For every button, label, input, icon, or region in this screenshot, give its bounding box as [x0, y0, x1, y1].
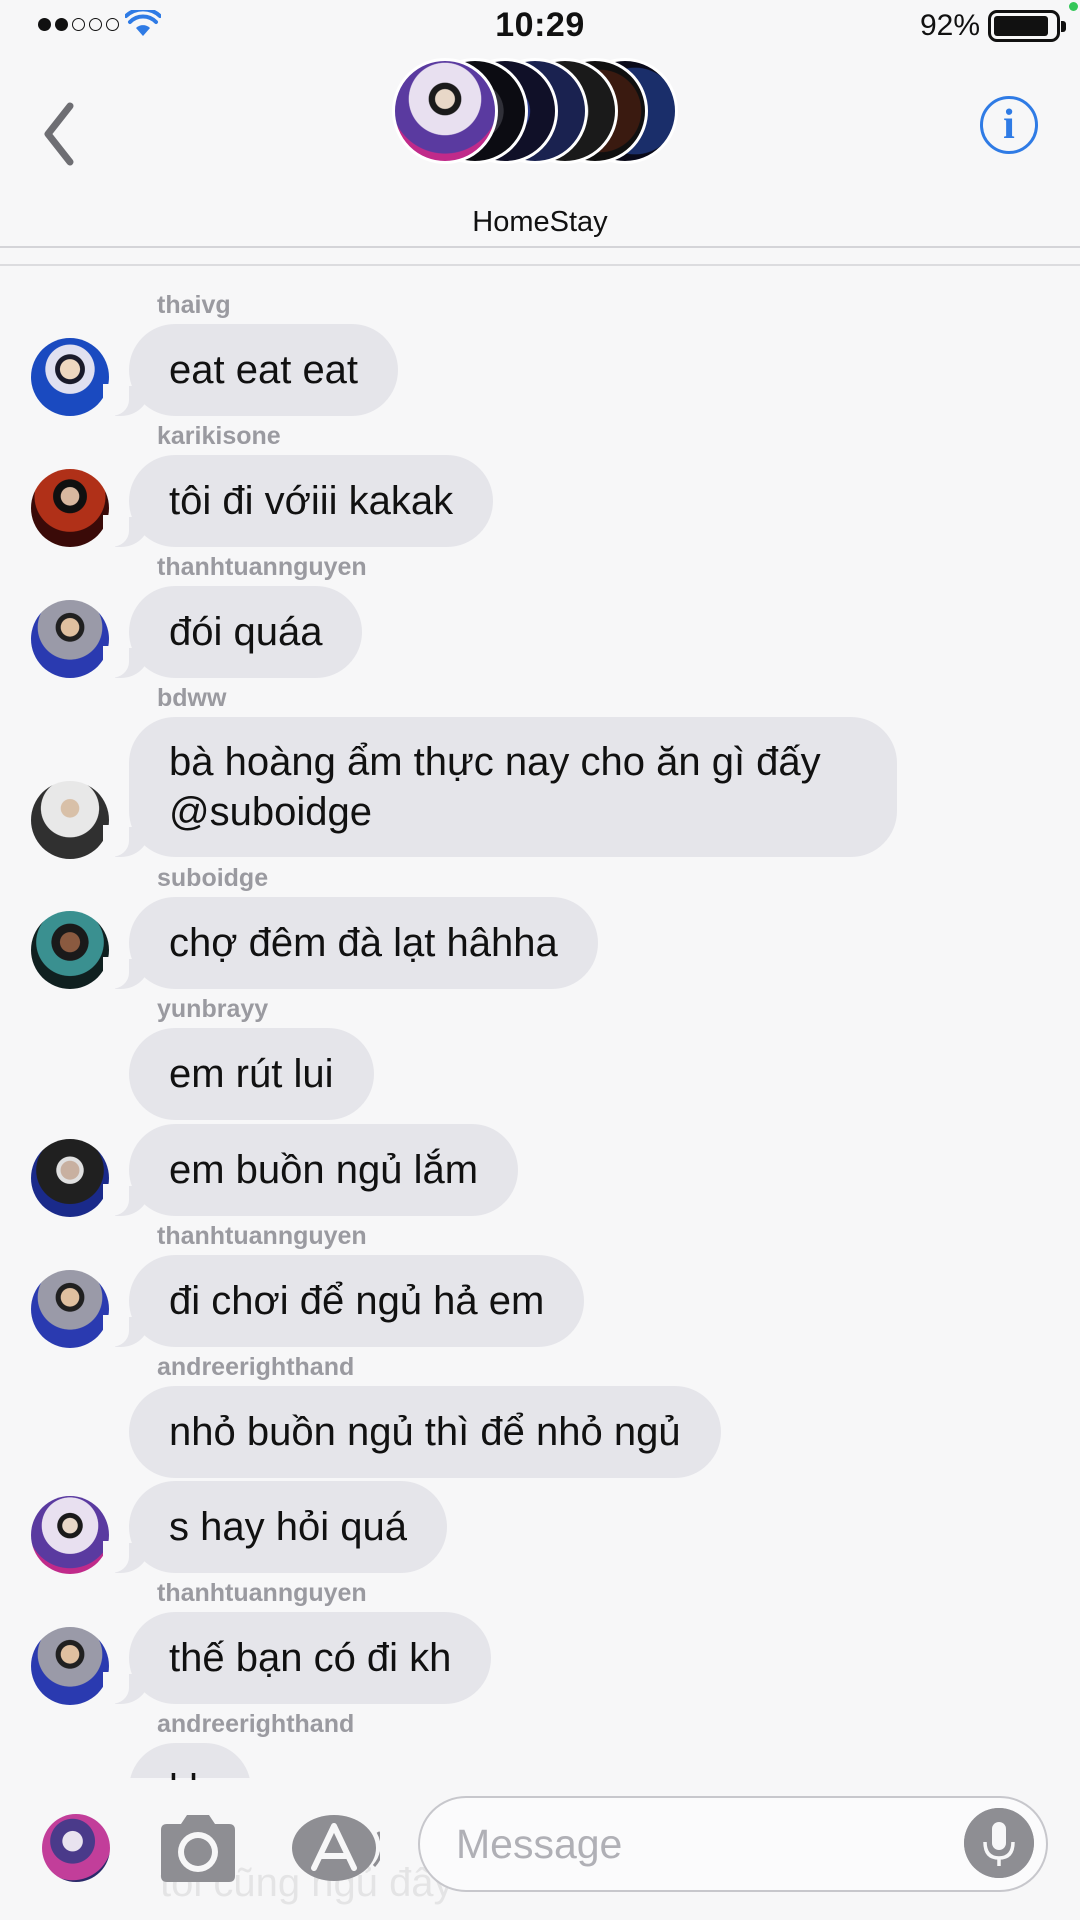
- message-bubble[interactable]: s hay hỏi quá: [103, 1481, 447, 1573]
- message-bubble[interactable]: bà hoàng ẩm thực nay cho ăn gì đấy @subo…: [103, 717, 897, 857]
- message-bubble[interactable]: thế bạn có đi kh: [102, 1612, 492, 1704]
- message-bubble[interactable]: đói quáa: [102, 586, 363, 678]
- back-chevron-icon[interactable]: [40, 94, 100, 174]
- sender-name: thanhtuannguyen: [157, 1222, 367, 1250]
- message-input-container[interactable]: [418, 1796, 1048, 1892]
- sender-name: suboidge: [157, 864, 269, 892]
- app-store-icon[interactable]: [290, 1814, 380, 1882]
- sender-avatar[interactable]: [31, 1496, 109, 1574]
- header-divider: [0, 246, 1080, 248]
- sender-name: bdww: [157, 684, 227, 712]
- sender-avatar[interactable]: [31, 1627, 109, 1705]
- message-bubble[interactable]: tôi đi vớiii kakak: [102, 455, 494, 547]
- sender-name: thanhtuannguyen: [157, 1579, 367, 1607]
- sender-avatar[interactable]: [31, 1139, 109, 1217]
- compose-bar: tôi cũng ngủ đây: [0, 1778, 1080, 1920]
- sender-name: yunbrayy: [157, 995, 269, 1023]
- group-name[interactable]: HomeStay: [0, 206, 1080, 239]
- camera-icon[interactable]: [155, 1812, 241, 1884]
- sender-name: karikisone: [157, 422, 281, 450]
- sender-name: thaivg: [157, 291, 231, 319]
- group-avatar-stack[interactable]: [392, 58, 722, 164]
- message-bubble[interactable]: nhỏ buồn ngủ thì để nhỏ ngủ: [129, 1386, 721, 1478]
- message-bubble[interactable]: em rút lui: [129, 1028, 374, 1120]
- sender-name: andreerighthand: [157, 1353, 355, 1381]
- group-member-avatar: [392, 58, 498, 164]
- sender-avatar[interactable]: [31, 911, 109, 989]
- sender-name: thanhtuannguyen: [157, 553, 367, 581]
- message-bubble[interactable]: đi chơi để ngủ hả em: [102, 1255, 585, 1347]
- sender-avatar[interactable]: [31, 1270, 109, 1348]
- conversation-header: HomeStay i: [0, 52, 1080, 248]
- sender-avatar[interactable]: [31, 469, 109, 547]
- self-avatar[interactable]: [42, 1814, 110, 1882]
- message-bubble[interactable]: kh: [129, 1743, 252, 1780]
- sender-avatar[interactable]: [31, 600, 109, 678]
- clock: 10:29: [495, 6, 585, 44]
- sender-avatar[interactable]: [31, 338, 109, 416]
- sender-name: andreerighthand: [157, 1710, 355, 1738]
- message-thread[interactable]: thaivg eat eat eat karikisone tôi đi với…: [0, 266, 1080, 1780]
- battery-percentage: 92%: [919, 9, 980, 42]
- microphone-icon[interactable]: [964, 1808, 1034, 1878]
- message-input[interactable]: [456, 1798, 936, 1890]
- message-bubble[interactable]: chợ đêm đà lạt hâhha: [103, 897, 598, 989]
- battery-icon: [988, 10, 1066, 42]
- sender-avatar[interactable]: [31, 781, 109, 859]
- indicator-dot: [1069, 2, 1078, 11]
- message-bubble[interactable]: em buồn ngủ lắm: [102, 1124, 519, 1216]
- status-bar: 10:29 92%: [0, 0, 1080, 52]
- message-bubble[interactable]: eat eat eat: [102, 324, 399, 416]
- messages-app: 10:29 92% HomeStay i thaivg eat eat eat …: [0, 0, 1080, 1920]
- info-icon[interactable]: i: [980, 96, 1038, 154]
